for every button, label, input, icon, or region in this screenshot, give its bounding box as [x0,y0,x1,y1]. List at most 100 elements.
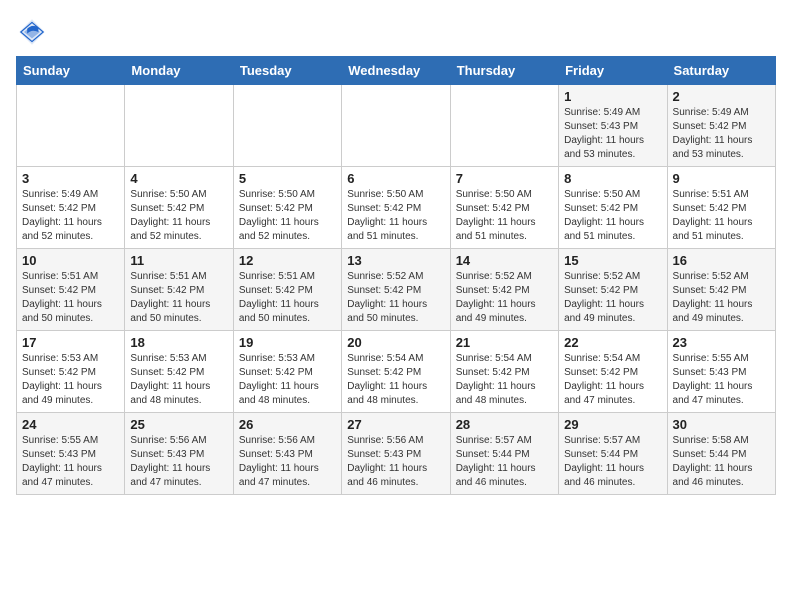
calendar-cell [450,85,558,167]
day-number: 22 [564,335,661,350]
calendar-cell: 30 Sunrise: 5:58 AM Sunset: 5:44 PM Dayli… [667,413,775,495]
day-number: 29 [564,417,661,432]
day-info: Sunrise: 5:51 AM Sunset: 5:42 PM Dayligh… [22,270,119,326]
calendar-cell: 1 Sunrise: 5:49 AM Sunset: 5:43 PM Daylig… [559,85,667,167]
weekday-header: Sunday [17,57,125,85]
day-info: Sunrise: 5:51 AM Sunset: 5:42 PM Dayligh… [130,270,227,326]
day-info: Sunrise: 5:49 AM Sunset: 5:42 PM Dayligh… [673,106,770,162]
calendar-cell [125,85,233,167]
weekday-header: Monday [125,57,233,85]
calendar-cell: 9 Sunrise: 5:51 AM Sunset: 5:42 PM Daylig… [667,167,775,249]
calendar-week-row: 17 Sunrise: 5:53 AM Sunset: 5:42 PM Dayli… [17,331,776,413]
day-number: 11 [130,253,227,268]
day-info: Sunrise: 5:56 AM Sunset: 5:43 PM Dayligh… [347,434,444,490]
day-info: Sunrise: 5:53 AM Sunset: 5:42 PM Dayligh… [130,352,227,408]
calendar-cell: 2 Sunrise: 5:49 AM Sunset: 5:42 PM Daylig… [667,85,775,167]
day-info: Sunrise: 5:54 AM Sunset: 5:42 PM Dayligh… [564,352,661,408]
day-number: 3 [22,171,119,186]
day-info: Sunrise: 5:51 AM Sunset: 5:42 PM Dayligh… [673,188,770,244]
calendar-cell: 29 Sunrise: 5:57 AM Sunset: 5:44 PM Dayli… [559,413,667,495]
day-number: 27 [347,417,444,432]
day-number: 10 [22,253,119,268]
day-number: 23 [673,335,770,350]
day-info: Sunrise: 5:50 AM Sunset: 5:42 PM Dayligh… [130,188,227,244]
day-info: Sunrise: 5:52 AM Sunset: 5:42 PM Dayligh… [347,270,444,326]
calendar-cell: 14 Sunrise: 5:52 AM Sunset: 5:42 PM Dayli… [450,249,558,331]
calendar-week-row: 10 Sunrise: 5:51 AM Sunset: 5:42 PM Dayli… [17,249,776,331]
day-info: Sunrise: 5:52 AM Sunset: 5:42 PM Dayligh… [456,270,553,326]
day-info: Sunrise: 5:57 AM Sunset: 5:44 PM Dayligh… [564,434,661,490]
calendar-cell: 28Sunrise: 5:57 AM Sunset: 5:44 PM Dayli… [450,413,558,495]
calendar-cell: 3 Sunrise: 5:49 AM Sunset: 5:42 PM Daylig… [17,167,125,249]
day-number: 8 [564,171,661,186]
day-info: Sunrise: 5:57 AM Sunset: 5:44 PM Dayligh… [456,434,553,490]
calendar-cell: 10 Sunrise: 5:51 AM Sunset: 5:42 PM Dayli… [17,249,125,331]
calendar-week-row: 1 Sunrise: 5:49 AM Sunset: 5:43 PM Daylig… [17,85,776,167]
calendar-header-row: SundayMondayTuesdayWednesdayThursdayFrid… [17,57,776,85]
day-info: Sunrise: 5:50 AM Sunset: 5:42 PM Dayligh… [347,188,444,244]
day-info: Sunrise: 5:56 AM Sunset: 5:43 PM Dayligh… [239,434,336,490]
calendar-cell: 5Sunrise: 5:50 AM Sunset: 5:42 PM Daylig… [233,167,341,249]
day-number: 14 [456,253,553,268]
day-number: 26 [239,417,336,432]
day-info: Sunrise: 5:51 AM Sunset: 5:42 PM Dayligh… [239,270,336,326]
calendar-cell: 25 Sunrise: 5:56 AM Sunset: 5:43 PM Dayli… [125,413,233,495]
calendar-cell: 6 Sunrise: 5:50 AM Sunset: 5:42 PM Daylig… [342,167,450,249]
weekday-header: Thursday [450,57,558,85]
calendar-cell: 16 Sunrise: 5:52 AM Sunset: 5:42 PM Dayli… [667,249,775,331]
weekday-header: Wednesday [342,57,450,85]
day-info: Sunrise: 5:55 AM Sunset: 5:43 PM Dayligh… [673,352,770,408]
calendar-cell: 17Sunrise: 5:53 AM Sunset: 5:42 PM Dayli… [17,331,125,413]
calendar-cell: 23 Sunrise: 5:55 AM Sunset: 5:43 PM Dayli… [667,331,775,413]
day-info: Sunrise: 5:53 AM Sunset: 5:42 PM Dayligh… [239,352,336,408]
day-number: 1 [564,89,661,104]
day-number: 25 [130,417,227,432]
calendar-cell: 11 Sunrise: 5:51 AM Sunset: 5:42 PM Dayli… [125,249,233,331]
day-info: Sunrise: 5:49 AM Sunset: 5:42 PM Dayligh… [22,188,119,244]
day-number: 2 [673,89,770,104]
calendar-week-row: 24 Sunrise: 5:55 AM Sunset: 5:43 PM Dayli… [17,413,776,495]
calendar-cell: 19 Sunrise: 5:53 AM Sunset: 5:42 PM Dayli… [233,331,341,413]
day-number: 13 [347,253,444,268]
calendar-cell: 15 Sunrise: 5:52 AM Sunset: 5:42 PM Dayli… [559,249,667,331]
day-number: 4 [130,171,227,186]
calendar-cell: 7Sunrise: 5:50 AM Sunset: 5:42 PM Daylig… [450,167,558,249]
calendar-cell: 4 Sunrise: 5:50 AM Sunset: 5:42 PM Daylig… [125,167,233,249]
day-info: Sunrise: 5:58 AM Sunset: 5:44 PM Dayligh… [673,434,770,490]
calendar-cell: 27 Sunrise: 5:56 AM Sunset: 5:43 PM Dayli… [342,413,450,495]
day-number: 5 [239,171,336,186]
day-number: 19 [239,335,336,350]
calendar-cell: 8Sunrise: 5:50 AM Sunset: 5:42 PM Daylig… [559,167,667,249]
logo-icon [16,16,48,48]
day-number: 24 [22,417,119,432]
day-info: Sunrise: 5:49 AM Sunset: 5:43 PM Dayligh… [564,106,661,162]
day-number: 17 [22,335,119,350]
calendar-cell [233,85,341,167]
calendar-cell: 22 Sunrise: 5:54 AM Sunset: 5:42 PM Dayli… [559,331,667,413]
day-number: 7 [456,171,553,186]
day-number: 16 [673,253,770,268]
day-info: Sunrise: 5:54 AM Sunset: 5:42 PM Dayligh… [456,352,553,408]
calendar-cell: 20Sunrise: 5:54 AM Sunset: 5:42 PM Dayli… [342,331,450,413]
day-number: 18 [130,335,227,350]
calendar-cell [342,85,450,167]
weekday-header: Tuesday [233,57,341,85]
logo [16,16,52,48]
day-number: 21 [456,335,553,350]
day-number: 9 [673,171,770,186]
day-info: Sunrise: 5:56 AM Sunset: 5:43 PM Dayligh… [130,434,227,490]
calendar-cell [17,85,125,167]
day-info: Sunrise: 5:55 AM Sunset: 5:43 PM Dayligh… [22,434,119,490]
day-number: 30 [673,417,770,432]
day-info: Sunrise: 5:52 AM Sunset: 5:42 PM Dayligh… [564,270,661,326]
calendar-cell: 18 Sunrise: 5:53 AM Sunset: 5:42 PM Dayli… [125,331,233,413]
day-info: Sunrise: 5:52 AM Sunset: 5:42 PM Dayligh… [673,270,770,326]
day-number: 6 [347,171,444,186]
calendar-cell: 21 Sunrise: 5:54 AM Sunset: 5:42 PM Dayli… [450,331,558,413]
day-number: 12 [239,253,336,268]
calendar-week-row: 3 Sunrise: 5:49 AM Sunset: 5:42 PM Daylig… [17,167,776,249]
calendar-cell: 26 Sunrise: 5:56 AM Sunset: 5:43 PM Dayli… [233,413,341,495]
day-number: 15 [564,253,661,268]
weekday-header: Friday [559,57,667,85]
page-header [16,16,776,48]
